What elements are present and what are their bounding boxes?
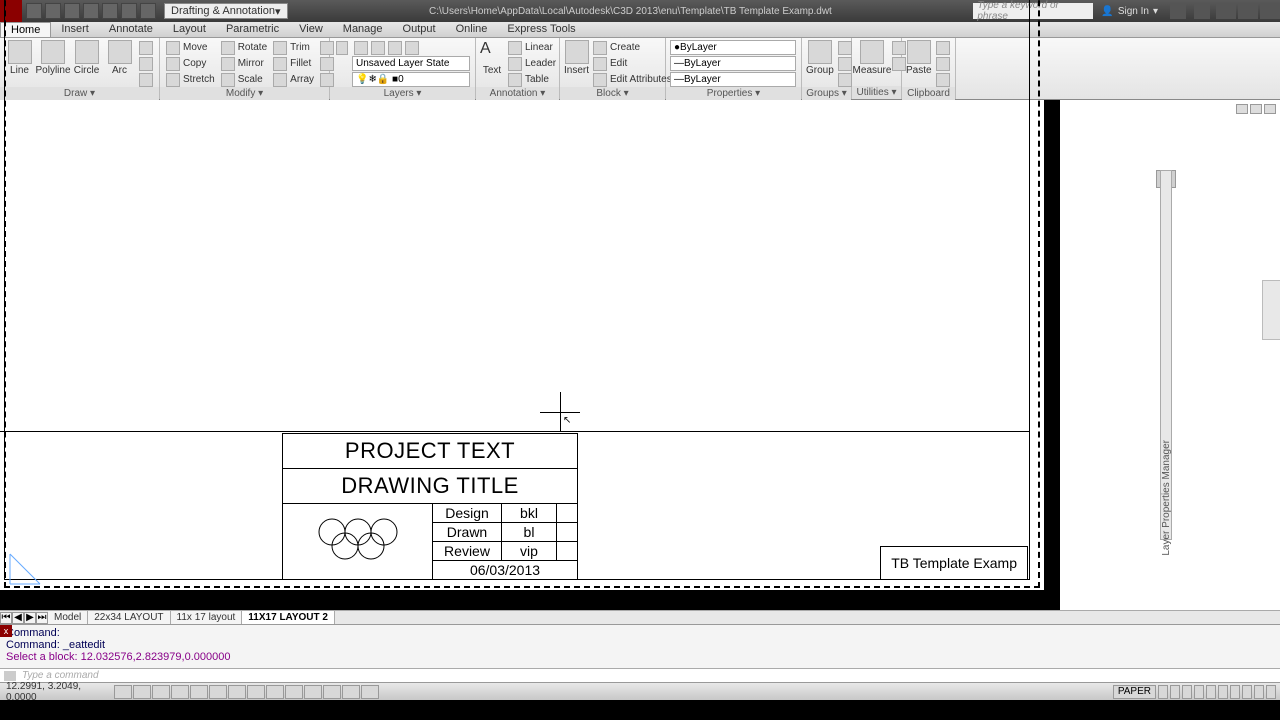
osnap-toggle[interactable] (190, 685, 208, 699)
status-ext5[interactable] (1230, 685, 1240, 699)
drawing-canvas[interactable]: PROJECT TEXT DRAWING TITLE (0, 100, 1280, 610)
maximize-icon[interactable] (1238, 3, 1258, 19)
layout-first-icon[interactable]: ⏮ (0, 612, 12, 624)
qp-toggle[interactable] (323, 685, 341, 699)
ortho-toggle[interactable] (152, 685, 170, 699)
coordinates[interactable]: 12.2991, 3.2049, 0.0000 (0, 681, 110, 703)
layout-prev-icon[interactable]: ◀ (12, 612, 24, 624)
status-bar: 12.2991, 3.2049, 0.0000 PAPER (0, 682, 1280, 700)
status-ext1[interactable] (1158, 685, 1168, 699)
cmd-prompt-icon (4, 671, 16, 681)
paper-shadow-right (1044, 100, 1060, 610)
olympic-rings-icon (314, 514, 402, 569)
date-field: 06/03/2013 (433, 561, 577, 579)
sc-toggle[interactable] (342, 685, 360, 699)
review-row: Reviewvip (433, 542, 577, 561)
viewport-controls[interactable] (1236, 104, 1276, 114)
layout-next-icon[interactable]: ▶ (24, 612, 36, 624)
dyn-toggle[interactable] (266, 685, 284, 699)
lwt-toggle[interactable] (285, 685, 303, 699)
otrack-toggle[interactable] (228, 685, 246, 699)
tab-layout2[interactable]: 11x 17 layout (171, 611, 243, 625)
cmd-line-3: Select a block: 12.032576,2.823979,0.000… (6, 651, 1274, 663)
palette-label[interactable]: Layer Properties Manager (1161, 440, 1172, 556)
divider-line (0, 431, 1030, 432)
cmdwin-close-icon[interactable]: x (0, 625, 12, 637)
status-ext6[interactable] (1242, 685, 1252, 699)
template-stamp: TB Template Examp (880, 546, 1028, 580)
cleanscreen-icon[interactable] (1266, 685, 1276, 699)
logo-cell (283, 504, 433, 579)
grid-toggle[interactable] (133, 685, 151, 699)
snap-toggle[interactable] (114, 685, 132, 699)
title-block[interactable]: PROJECT TEXT DRAWING TITLE (282, 433, 578, 580)
status-ext3[interactable] (1182, 685, 1192, 699)
user-icon: 👤 (1101, 6, 1113, 17)
ducs-toggle[interactable] (247, 685, 265, 699)
tab-layout1[interactable]: 22x34 LAYOUT (88, 611, 170, 625)
ucs-icon (6, 548, 46, 591)
drafting-toggles (114, 685, 379, 699)
cmd-line-2: Command: _eattedit (6, 639, 1274, 651)
tab-layout3[interactable]: 11X17 LAYOUT 2 (242, 611, 335, 625)
drawn-row: Drawnbl (433, 523, 577, 542)
space-indicator[interactable]: PAPER (1113, 685, 1156, 699)
status-ext4[interactable] (1218, 685, 1228, 699)
tab-model[interactable]: Model (48, 611, 88, 625)
polar-toggle[interactable] (171, 685, 189, 699)
layout-last-icon[interactable]: ⏭ (36, 612, 48, 624)
command-history[interactable]: x Command: Command: _eattedit Select a b… (0, 624, 1280, 668)
design-row: Designbkl (433, 504, 577, 523)
command-input[interactable]: Type a command (0, 668, 1280, 682)
help-icon[interactable] (1194, 3, 1210, 19)
minimize-icon[interactable] (1216, 3, 1236, 19)
layout-tabs: ⏮ ◀ ▶ ⏭ Model 22x34 LAYOUT 11x 17 layout… (0, 610, 1280, 624)
annoscale-icon[interactable] (1194, 685, 1204, 699)
tpy-toggle[interactable] (304, 685, 322, 699)
3dosnap-toggle[interactable] (209, 685, 227, 699)
status-ext7[interactable] (1254, 685, 1264, 699)
cmd-line-1: Command: (6, 627, 1274, 639)
sign-in-button[interactable]: 👤Sign In ▾ (1101, 6, 1158, 17)
status-ext2[interactable] (1170, 685, 1180, 699)
project-text: PROJECT TEXT (283, 434, 577, 469)
am-toggle[interactable] (361, 685, 379, 699)
annovis-icon[interactable] (1206, 685, 1216, 699)
close-icon[interactable] (1260, 3, 1280, 19)
drawing-title: DRAWING TITLE (283, 469, 577, 504)
paper-shadow-bottom (0, 590, 1060, 610)
exchange-icon[interactable] (1170, 3, 1186, 19)
side-panel-tab[interactable] (1262, 280, 1280, 340)
